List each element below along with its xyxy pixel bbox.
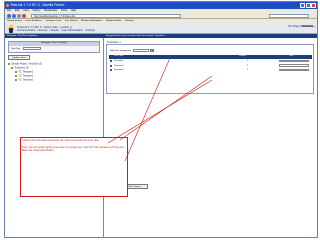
arrow-to-users xyxy=(107,79,213,144)
screenshot: TestLink 1.7.0 RC 3 - Mozilla Firefox Fi… xyxy=(0,0,320,240)
callout-arrows xyxy=(107,57,213,162)
